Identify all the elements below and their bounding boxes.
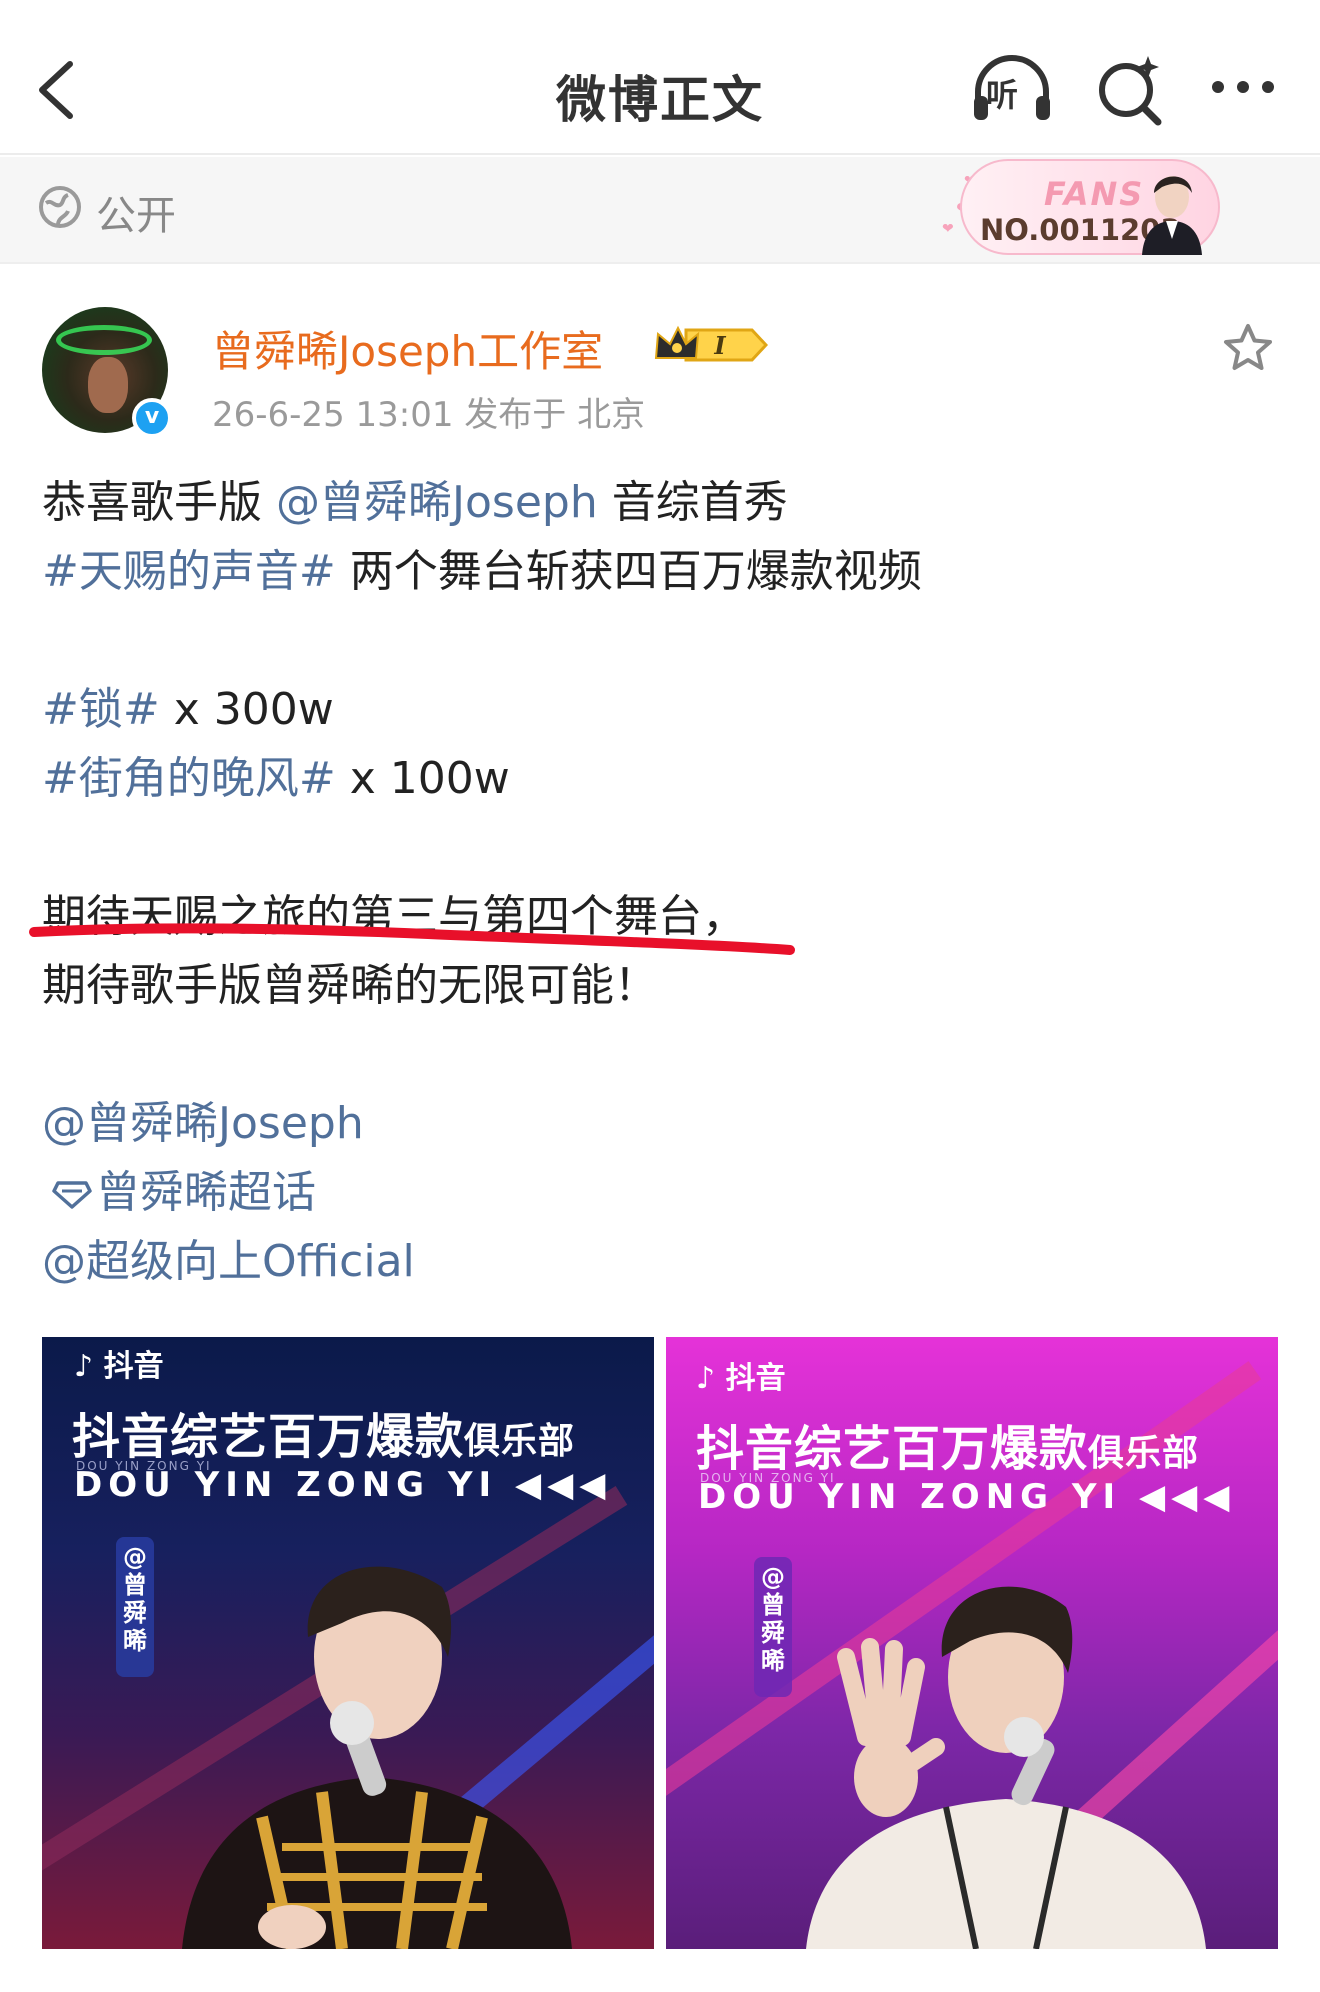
top-navigation-bar: 微博正文 听: [0, 0, 1320, 155]
search-sparkle-icon: [1099, 56, 1162, 126]
hashtag-link[interactable]: #街角的晚风#: [42, 753, 336, 804]
headline-main: 抖音综艺百万爆款: [696, 1421, 1089, 1477]
post-text: x 100w: [335, 753, 510, 804]
post-text: 恭喜歌手版: [42, 477, 276, 528]
author-name[interactable]: 曾舜晞Joseph工作室: [212, 318, 603, 379]
performer-figure: [182, 1566, 572, 1949]
post-text: x 300w: [159, 684, 334, 735]
post-line: 曾舜晞超话: [42, 1158, 1282, 1227]
post-image-2[interactable]: ♪ 抖音 抖音综艺百万爆款俱乐部 DOU YIN ZONG YI DOU YIN…: [666, 1337, 1278, 1949]
more-dots-icon: [1212, 81, 1274, 93]
headline-small: 俱乐部: [1088, 1433, 1200, 1474]
post-line: @超级向上Official: [42, 1227, 1282, 1296]
supertopic-diamond-icon: [52, 1181, 92, 1209]
post-line: @曾舜晞Joseph: [42, 1089, 1282, 1158]
headline-main: 抖音综艺百万爆款: [72, 1409, 465, 1465]
fans-badge[interactable]: ❤ ❤ ❤ FANS NO.0011203: [940, 157, 1240, 261]
favorite-button[interactable]: [1222, 322, 1274, 374]
performer-figure: [806, 1586, 1206, 1949]
globe-icon: [39, 186, 81, 228]
badge-level: I: [713, 331, 726, 360]
douyin-logo: ♪ 抖音: [696, 1361, 786, 1396]
more-options-button[interactable]: [1208, 72, 1278, 102]
post-meta: 26-6-25 13:01 发布于 北京: [212, 395, 646, 435]
fans-badge-portrait: [1142, 176, 1202, 255]
mention-link[interactable]: @曾舜晞Joseph: [42, 1098, 364, 1149]
post-line: #天赐的声音# 两个舞台斩获四百万爆款视频: [42, 537, 1282, 606]
image-headline: 抖音综艺百万爆款俱乐部: [696, 1409, 1199, 1479]
post-line: 恭喜歌手版 @曾舜晞Joseph 音综首秀: [42, 468, 1282, 537]
headline-small: 俱乐部: [464, 1421, 576, 1462]
visibility-label: 公开: [96, 193, 176, 239]
mention-link[interactable]: @超级向上Official: [42, 1236, 415, 1287]
supertopic-link[interactable]: 曾舜晞超话: [96, 1167, 316, 1218]
search-button[interactable]: [1096, 50, 1164, 126]
heart-icon: ❤: [942, 221, 954, 237]
red-annotation-stroke: [29, 923, 795, 955]
listen-label: 听: [986, 76, 1019, 114]
listen-button[interactable]: 听: [970, 52, 1054, 126]
avatar-halo: [56, 325, 152, 355]
hashtag-link[interactable]: #锁#: [42, 684, 160, 735]
mention-link[interactable]: @曾舜晞Joseph: [276, 477, 598, 528]
hashtag-link[interactable]: #天赐的声音#: [42, 546, 336, 597]
post-body: 恭喜歌手版 @曾舜晞Joseph 音综首秀 #天赐的声音# 两个舞台斩获四百万爆…: [42, 468, 1282, 1296]
verified-badge-icon: v: [132, 398, 172, 438]
image-headline: 抖音综艺百万爆款俱乐部: [72, 1397, 575, 1467]
douyin-logo: ♪ 抖音: [74, 1349, 164, 1384]
post-image-1[interactable]: ♪ 抖音 抖音综艺百万爆款俱乐部 DOU YIN ZONG YI DOU YIN…: [42, 1337, 654, 1949]
pinyin-caption: DOU YIN ZONG YI ◀◀◀: [74, 1465, 612, 1505]
pinyin-caption: DOU YIN ZONG YI ◀◀◀: [698, 1477, 1236, 1517]
post-text: 两个舞台斩获四百万爆款视频: [335, 546, 922, 597]
visibility-bar: 公开 ❤ ❤ ❤ FANS NO.0011203: [0, 157, 1320, 264]
star-icon: [1224, 324, 1272, 370]
fans-word: FANS: [1044, 175, 1145, 213]
post-line: #锁# x 300w: [42, 675, 1282, 744]
post-text: 音综首秀: [597, 477, 788, 528]
post-line: #街角的晚风# x 100w: [42, 744, 1282, 813]
crown-icon: I: [654, 325, 768, 362]
avatar-face: [88, 357, 128, 413]
